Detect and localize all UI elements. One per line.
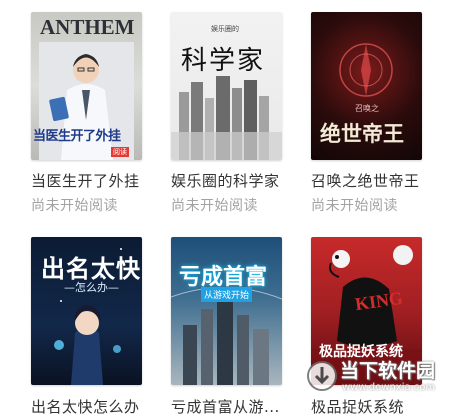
book-title[interactable]: 召唤之绝世帝王 — [311, 170, 420, 191]
cover-badge: 阅读 — [111, 147, 129, 157]
book-cover[interactable]: 召唤之 绝世帝王 — [311, 12, 422, 160]
book-cover[interactable]: 亏成首富 从游戏开始 — [171, 237, 282, 385]
cover-brand: ANTHEM — [40, 15, 135, 39]
cover-sub: 从游戏开始 — [201, 287, 253, 302]
watermark: 当下软件园 www.downxia.com — [306, 354, 446, 402]
book-cover[interactable]: 出名太快 —怎么办— — [31, 237, 142, 385]
reading-status: 尚未开始阅读 — [31, 198, 118, 214]
book-title[interactable]: 亏成首富从游... — [171, 396, 280, 417]
cover-headline: 科学家 — [181, 46, 266, 76]
cover-top: 召唤之 — [355, 104, 379, 113]
cover-headline: 当医生开了外挂 — [33, 129, 121, 144]
cover-headline: 绝世帝王 — [320, 121, 404, 146]
reading-status: 尚未开始阅读 — [171, 198, 258, 214]
watermark-url: www.downxia.com — [342, 382, 436, 393]
cover-sub: —怎么办— — [64, 281, 119, 294]
city-skyline-illustration — [171, 76, 282, 160]
book-title[interactable]: 当医生开了外挂 — [31, 170, 140, 191]
cover-top: 娱乐圈的 — [211, 25, 239, 33]
book-title[interactable]: 出名太快怎么办 — [31, 396, 140, 417]
book-cover[interactable]: 娱乐圈的 科学家 — [171, 12, 282, 160]
book-title[interactable]: 娱乐圈的科学家 — [171, 170, 280, 191]
reading-status: 尚未开始阅读 — [311, 198, 398, 214]
watermark-cn: 当下软件园 — [340, 360, 436, 382]
downxia-logo-icon — [307, 361, 337, 391]
book-cover[interactable]: ANTHEM 当医生开了外挂 阅读 — [31, 12, 142, 160]
